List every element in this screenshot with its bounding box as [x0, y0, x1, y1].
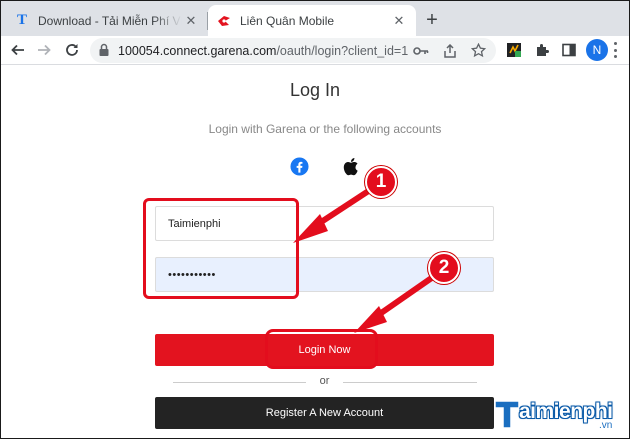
or-separator: or [319, 375, 330, 387]
more-menu-icon[interactable] [614, 42, 618, 58]
back-arrow-icon[interactable] [6, 38, 30, 62]
forward-arrow-icon[interactable] [32, 38, 56, 62]
tab-title: Liên Quân Mobile [240, 13, 335, 28]
garena-favicon-icon [216, 13, 232, 29]
facebook-icon[interactable] [288, 155, 310, 177]
highlight-credentials [143, 198, 299, 299]
lock-icon[interactable] [98, 43, 110, 62]
apple-icon[interactable] [339, 155, 361, 177]
new-tab-button[interactable]: + [420, 8, 444, 32]
page-subtitle: Login with Garena or the following accou… [208, 122, 442, 136]
bookmark-star-icon[interactable] [470, 42, 487, 59]
share-icon[interactable] [441, 42, 458, 59]
url-host: 100054.connect.garena.com [118, 44, 277, 58]
url-path: /oauth/login?client_id=1... [276, 44, 408, 58]
taimienphi-logo-icon [494, 400, 520, 429]
profile-avatar[interactable]: N [586, 39, 608, 61]
extension-app-icon[interactable] [504, 40, 524, 60]
browser-toolbar: 100054.connect.garena.com/oauth/login?cl… [0, 36, 630, 65]
close-icon[interactable]: ✕ [182, 12, 200, 30]
tab-strip: T Download - Tải Miễn Phí VN - Ph ✕ Liên… [0, 0, 630, 36]
taimienphi-favicon-icon: T [16, 12, 27, 28]
tab-lien-quan[interactable]: Liên Quân Mobile ✕ [208, 5, 416, 36]
step-1-badge: 1 [365, 166, 397, 198]
tab-download[interactable]: T Download - Tải Miễn Phí VN - Ph ✕ [6, 5, 208, 36]
address-bar[interactable]: 100054.connect.garena.com/oauth/login?cl… [90, 38, 496, 63]
divider-left [173, 382, 306, 383]
register-button[interactable]: Register A New Account [155, 397, 494, 429]
extensions-puzzle-icon[interactable] [532, 40, 552, 60]
url-text[interactable]: 100054.connect.garena.com/oauth/login?cl… [118, 44, 408, 58]
watermark-tld: .vn [599, 420, 613, 431]
key-icon[interactable] [412, 42, 429, 59]
highlight-login-button [265, 329, 378, 369]
taimienphi-watermark: aimienphi .vn [493, 398, 625, 432]
step-2-badge: 2 [428, 252, 460, 284]
close-icon[interactable]: ✕ [390, 12, 408, 30]
page-title: Log In [289, 80, 341, 100]
reload-icon[interactable] [60, 38, 84, 62]
divider-right [343, 382, 477, 383]
tab-title: Download - Tải Miễn Phí VN - Ph [38, 13, 182, 28]
side-panel-icon[interactable] [559, 40, 579, 60]
